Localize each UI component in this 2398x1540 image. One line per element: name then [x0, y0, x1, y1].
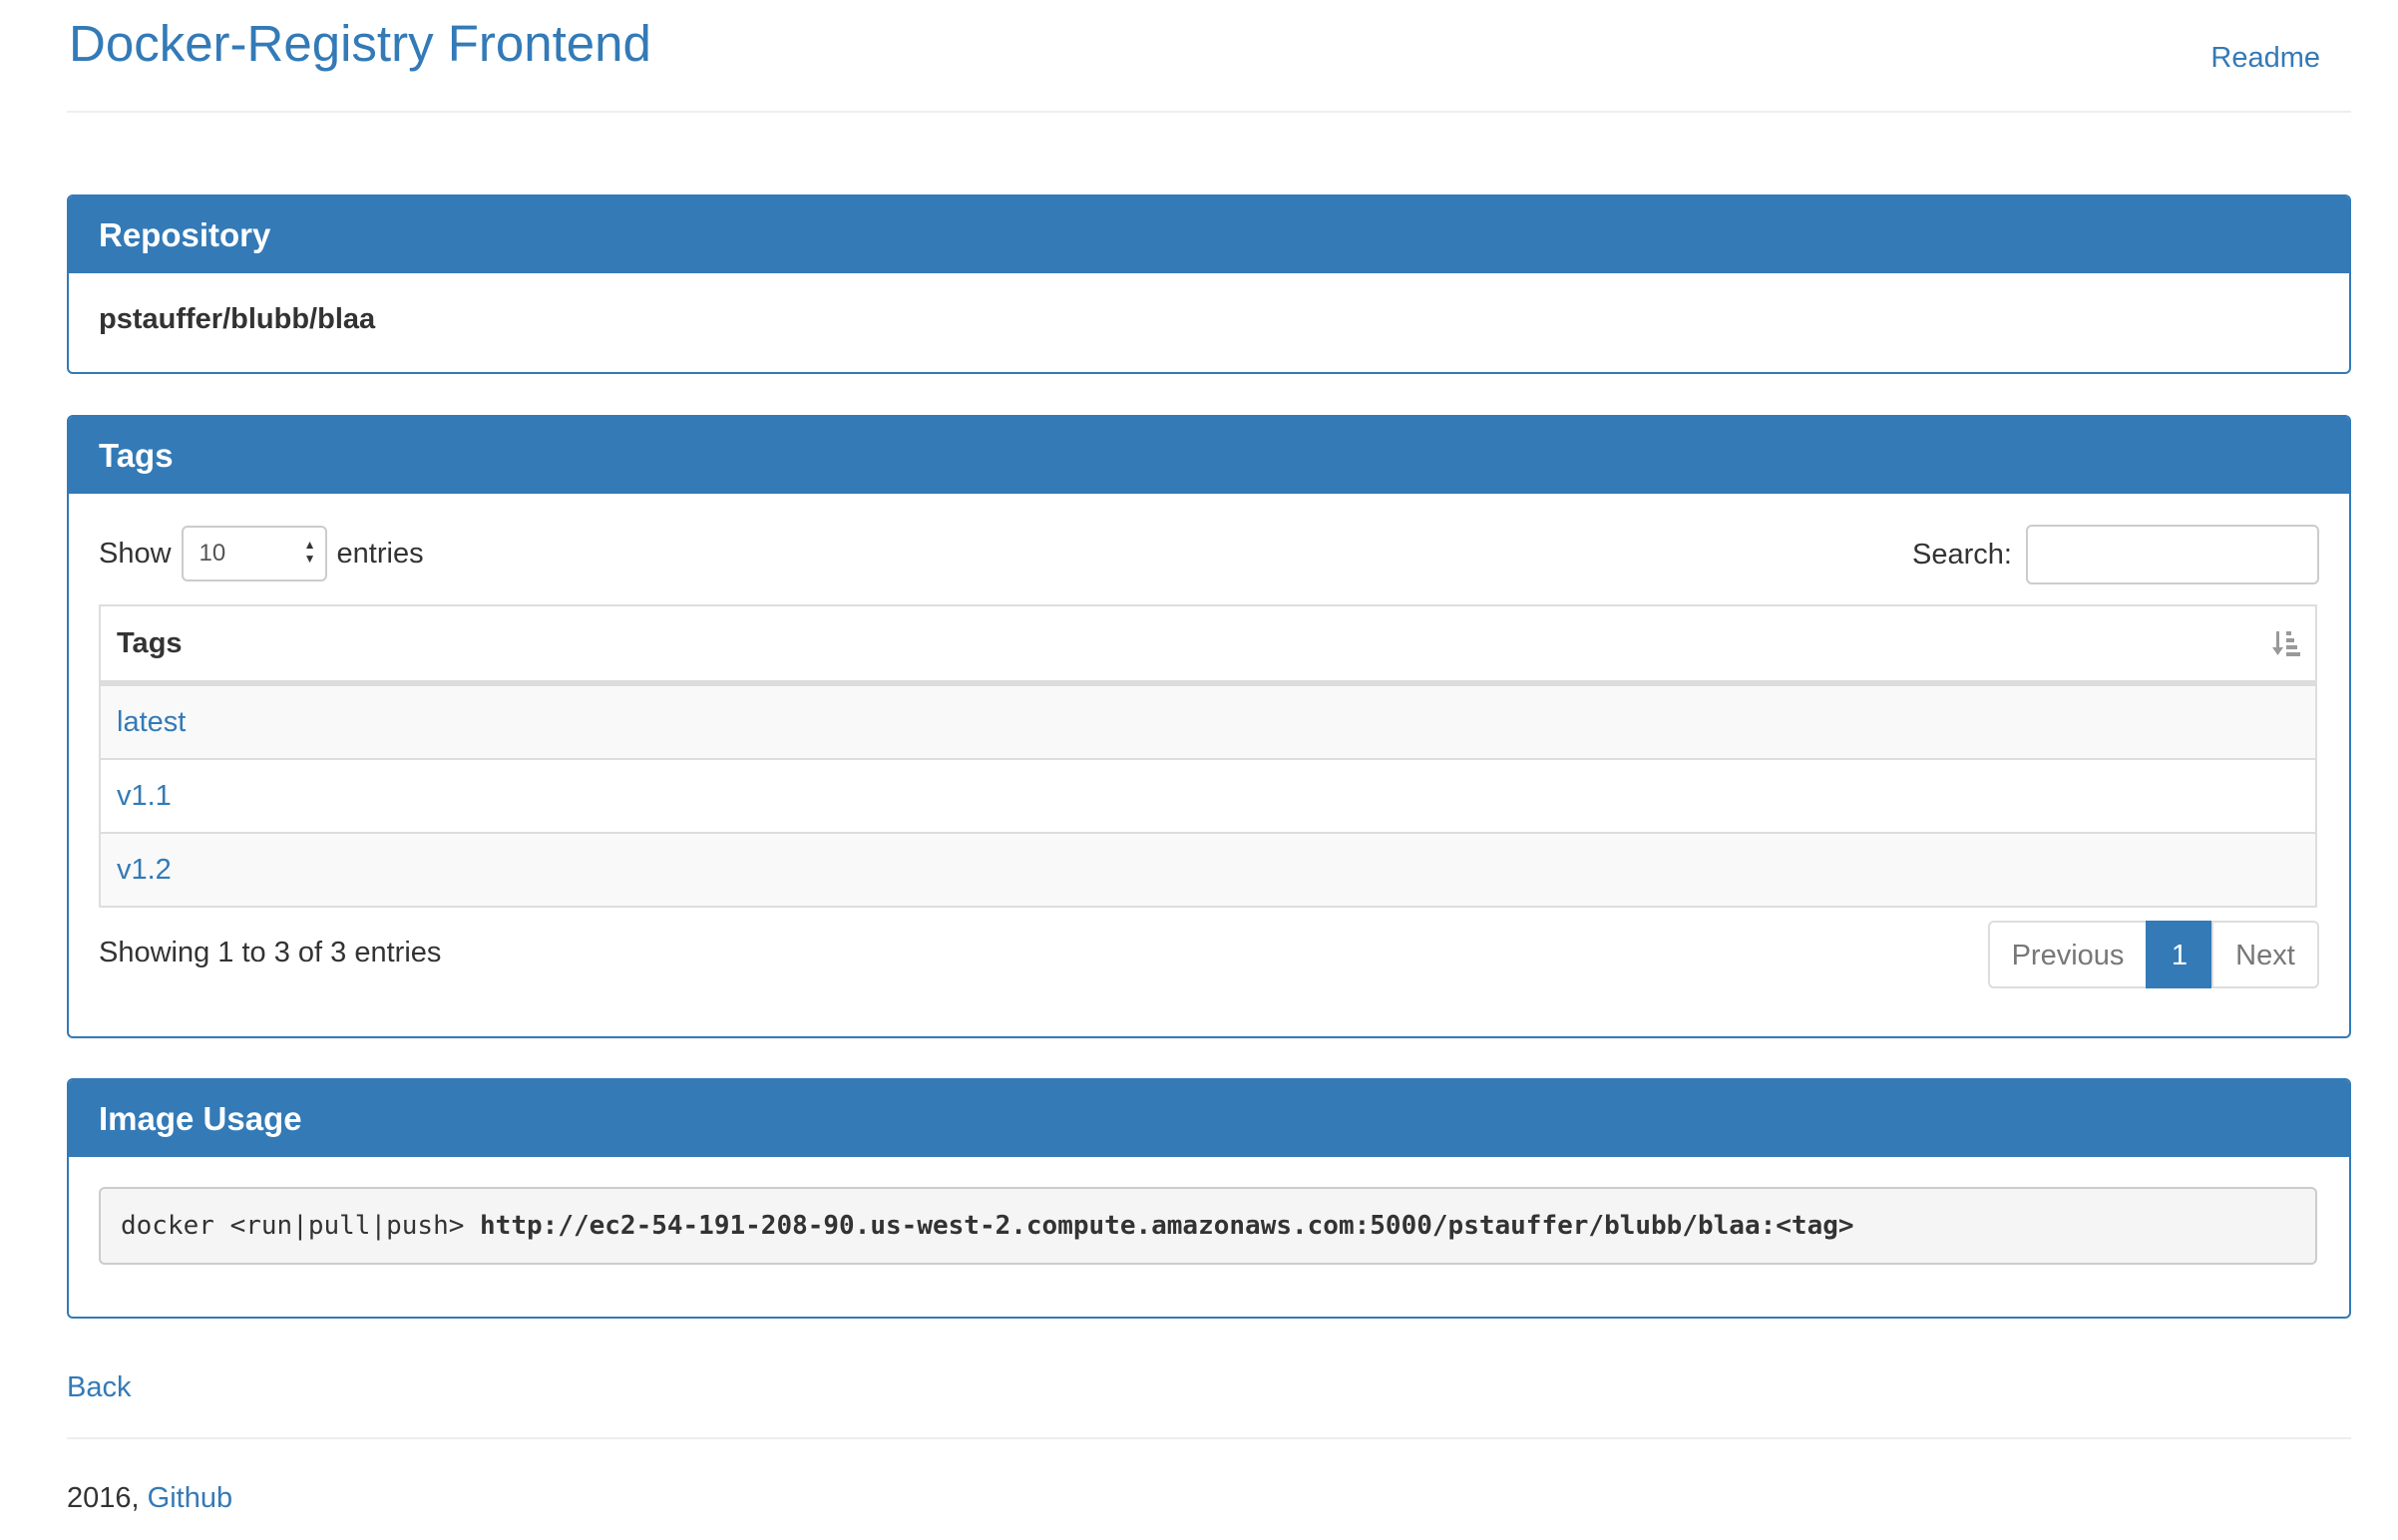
tags-column-header[interactable]: Tags: [101, 606, 2315, 684]
table-row: v1.1: [101, 758, 2315, 832]
repository-panel-title: Repository: [69, 196, 2349, 273]
entries-length-select[interactable]: 10 ▲ ▼: [181, 526, 327, 581]
tag-link[interactable]: v1.1: [117, 780, 172, 812]
footer-year: 2016,: [67, 1482, 148, 1514]
usage-command-prefix: docker <run|pull|push>: [121, 1211, 481, 1241]
next-page-button[interactable]: Next: [2211, 921, 2319, 988]
table-row: v1.2: [101, 832, 2315, 906]
image-usage-panel-title: Image Usage: [69, 1080, 2349, 1157]
table-row: latest: [101, 684, 2315, 758]
page-1-button[interactable]: 1: [2146, 921, 2213, 988]
repository-name: pstauffer/blubb/blaa: [99, 303, 376, 335]
pagination: Previous 1 Next: [1988, 921, 2319, 988]
sort-alpha-icon: [2272, 631, 2300, 656]
previous-page-button[interactable]: Previous: [1988, 921, 2148, 988]
table-search: Search:: [1912, 524, 2319, 585]
brand-link[interactable]: Docker-Registry Frontend: [69, 14, 651, 74]
usage-command-target: http://ec2-54-191-208-90.us-west-2.compu…: [480, 1211, 1854, 1241]
page-header: Docker-Registry Frontend Readme: [67, 0, 2351, 113]
back-link[interactable]: Back: [67, 1367, 131, 1407]
tags-table: Tags latest v1.1 v1.2: [99, 604, 2317, 908]
entries-length-control: Show 10 ▲ ▼ entries: [99, 524, 424, 583]
github-link[interactable]: Github: [148, 1482, 232, 1514]
page-footer: 2016, Github: [67, 1478, 232, 1518]
tags-panel: Tags Show 10 ▲ ▼ entries Search: Tags la…: [67, 415, 2351, 1038]
image-usage-panel: Image Usage docker <run|pull|push> http:…: [67, 1078, 2351, 1319]
readme-link[interactable]: Readme: [2210, 40, 2320, 76]
search-label: Search:: [1912, 538, 2012, 571]
entries-label: entries: [336, 537, 424, 570]
page-container: Docker-Registry Frontend Readme Reposito…: [67, 0, 2351, 1514]
tag-link[interactable]: v1.2: [117, 854, 172, 886]
footer-divider: [67, 1437, 2351, 1439]
tags-column-header-label: Tags: [117, 627, 183, 659]
tags-panel-title: Tags: [69, 417, 2349, 494]
select-arrows-icon: ▲ ▼: [303, 538, 316, 566]
tag-link[interactable]: latest: [117, 706, 186, 738]
search-input[interactable]: [2026, 525, 2319, 584]
show-label: Show: [99, 537, 172, 570]
repository-panel: Repository pstauffer/blubb/blaa: [67, 194, 2351, 374]
table-info: Showing 1 to 3 of 3 entries: [99, 937, 442, 968]
usage-code-block: docker <run|pull|push> http://ec2-54-191…: [99, 1187, 2317, 1265]
entries-length-value: 10: [199, 540, 226, 567]
